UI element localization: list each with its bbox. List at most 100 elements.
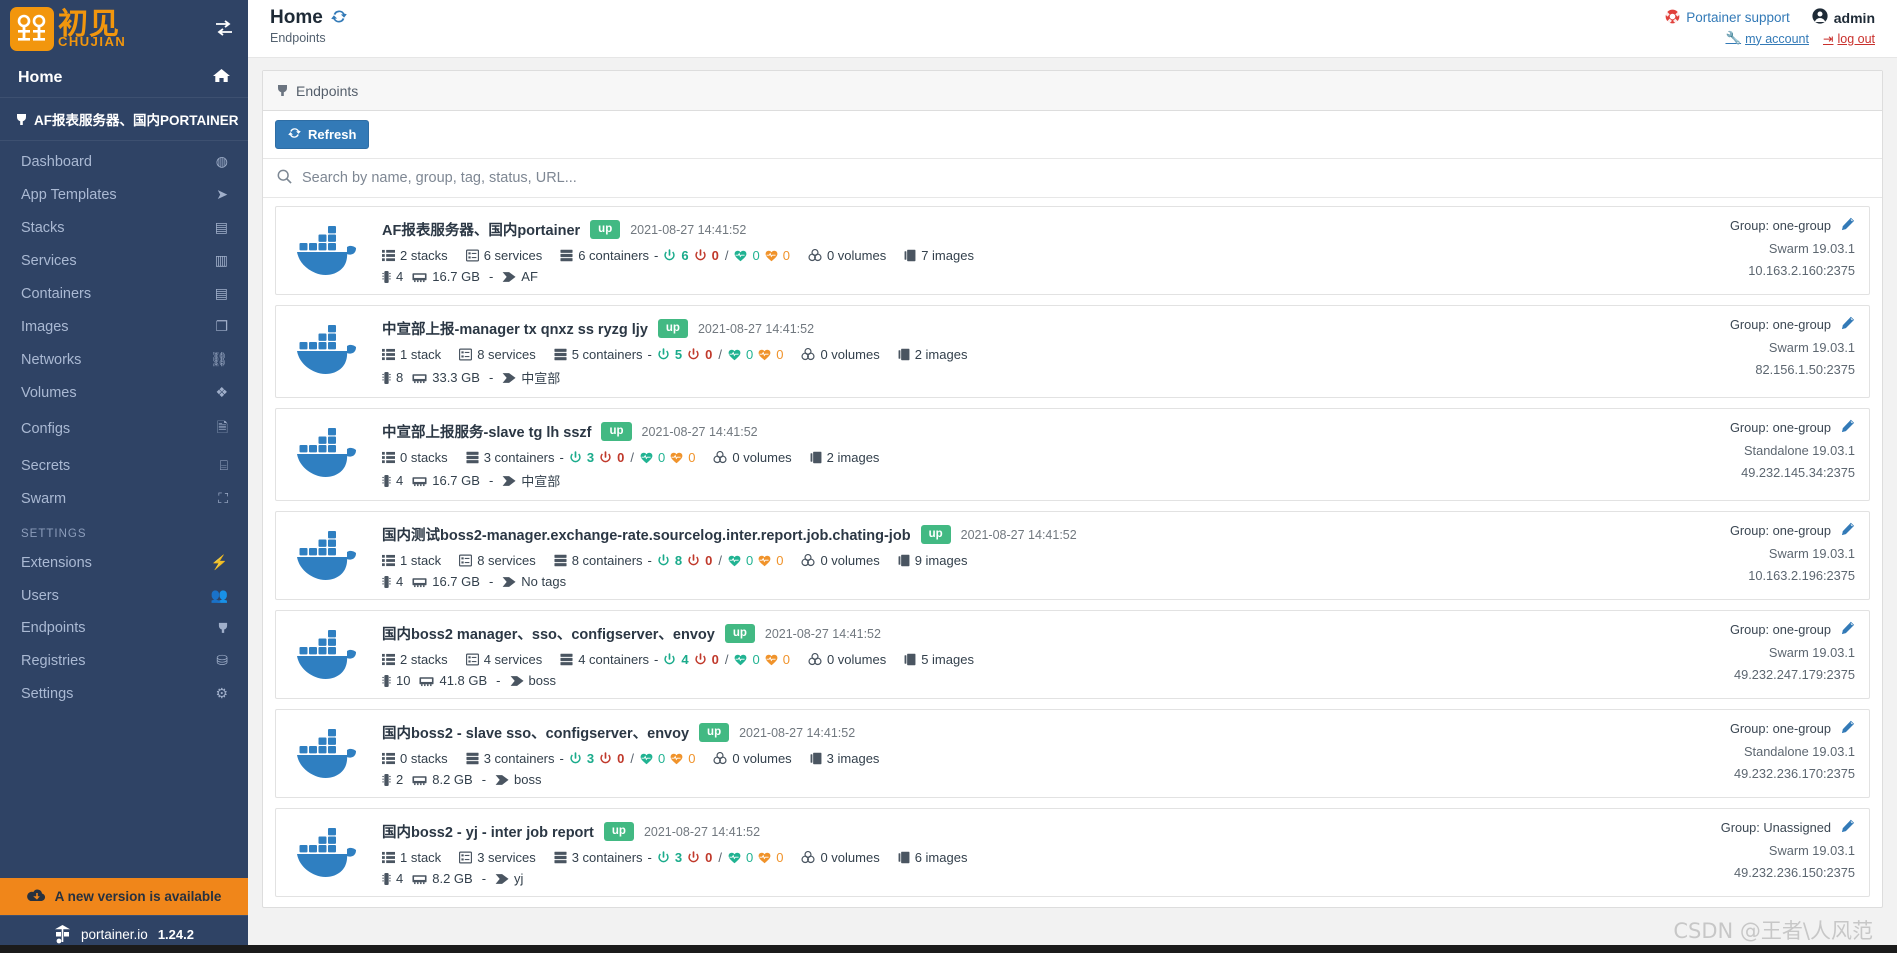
containers-unhealthy: 0 <box>782 652 790 667</box>
refresh-icon[interactable] <box>330 9 347 29</box>
endpoint-body: 国内boss2 manager、sso、configserver、envoy u… <box>378 621 1855 688</box>
tag-icon <box>502 576 516 588</box>
endpoint-body: 国内boss2 - yj - inter job report up 2021-… <box>378 819 1855 886</box>
power-stopped-icon <box>599 752 612 765</box>
endpoint-card[interactable]: 国内boss2 - yj - inter job report up 2021-… <box>275 808 1870 897</box>
sidebar-item-users[interactable]: Users 👥 <box>0 579 248 612</box>
refresh-button[interactable]: Refresh <box>275 120 370 149</box>
my-account-link[interactable]: 🔧 my account <box>1725 31 1809 46</box>
sidebar-item-swarm[interactable]: Swarm ⛶ <box>0 482 248 515</box>
edit-endpoint-icon[interactable] <box>1841 217 1855 234</box>
containers-stopped: 0 <box>617 751 625 766</box>
logout-label: log out <box>1837 31 1875 46</box>
clone-icon: ❐ <box>215 318 228 334</box>
containers-stopped: 0 <box>711 652 719 667</box>
sidebar-active-endpoint[interactable]: AF报表服务器、国内PORTAINER <box>0 98 248 141</box>
endpoint-last-check: 2021-08-27 14:41:52 <box>960 527 1077 542</box>
tachometer-icon: ◍ <box>215 153 228 169</box>
edit-endpoint-icon[interactable] <box>1841 419 1855 436</box>
list-alt-icon: ▥ <box>214 252 228 268</box>
sidebar-item-networks[interactable]: Networks ⛓ <box>0 343 248 376</box>
power-running-icon <box>663 249 676 262</box>
current-user[interactable]: admin <box>1812 8 1875 27</box>
metrics-slash: / <box>724 652 729 667</box>
endpoint-containers: 3 containers - 3 0 / 0 0 <box>466 751 695 766</box>
edit-endpoint-icon[interactable] <box>1841 621 1855 638</box>
sitemap-icon: ⛓ <box>210 351 228 367</box>
endpoint-card[interactable]: 中宣部上报-manager tx qnxz ss ryzg ljy up 202… <box>275 305 1870 398</box>
sidebar-item-registries[interactable]: Registries ⛁ <box>0 644 248 677</box>
containers-running: 6 <box>681 248 689 263</box>
th-list-icon: ▤ <box>214 219 228 235</box>
containers-healthy: 0 <box>745 850 754 865</box>
containers-running: 3 <box>674 850 683 865</box>
server-icon <box>560 249 573 262</box>
status-badge: up <box>603 822 634 841</box>
containers-stopped: 0 <box>617 450 625 465</box>
containers-healthy: 0 <box>752 652 760 667</box>
sidebar-item-endpoints[interactable]: Endpoints <box>0 612 248 644</box>
endpoint-memory-label: 16.7 GB <box>432 269 480 284</box>
sidebar-item-stacks[interactable]: Stacks ▤ <box>0 211 248 244</box>
endpoint-last-check: 2021-08-27 14:41:52 <box>643 824 761 839</box>
endpoint-metrics: 2 stacks 4 services 4 containers - 4 0 /… <box>382 652 1855 667</box>
sidebar-item-secrets[interactable]: Secrets ⌸ <box>0 449 248 482</box>
endpoint-volumes: 0 volumes <box>808 652 886 667</box>
endpoint-volumes-label: 0 volumes <box>826 652 887 667</box>
endpoint-tags: yj <box>495 871 523 886</box>
endpoint-memory: 16.7 GB <box>412 574 480 589</box>
edit-endpoint-icon[interactable] <box>1841 819 1855 836</box>
sidebar-item-services[interactable]: Services ▥ <box>0 244 248 277</box>
clone-icon <box>898 554 910 567</box>
user-circle-icon <box>1812 8 1828 27</box>
containers-healthy: 0 <box>752 248 760 263</box>
endpoint-containers: 8 containers - 8 0 / 0 0 <box>554 553 783 568</box>
edit-endpoint-icon[interactable] <box>1841 720 1855 737</box>
sidebar-item-label: Registries <box>21 652 86 669</box>
endpoint-stacks: 0 stacks <box>382 450 448 465</box>
endpoint-metrics: 1 stack 8 services 8 containers - 8 0 / … <box>382 553 1855 568</box>
portainer-support-link[interactable]: Portainer support <box>1664 9 1790 27</box>
portainer-support-label: Portainer support <box>1686 10 1790 25</box>
endpoint-card[interactable]: 国内测试boss2-manager.exchange-rate.sourcelo… <box>275 511 1870 600</box>
endpoint-volumes: 0 volumes <box>801 347 880 362</box>
search-input[interactable] <box>302 170 1868 186</box>
brand-logo[interactable]: 初见 CHUJIAN <box>10 7 126 51</box>
endpoint-containers-label: 3 containers <box>483 751 555 766</box>
docker-logo-icon <box>286 316 378 378</box>
edit-endpoint-icon[interactable] <box>1841 316 1855 333</box>
footer-version: 1.24.2 <box>157 927 194 942</box>
sidebar-item-label: Swarm <box>21 490 67 507</box>
sidebar-item-home[interactable]: Home <box>0 58 248 98</box>
sidebar-item-images[interactable]: Images ❐ <box>0 310 248 343</box>
endpoint-cpu: 4 <box>382 473 403 488</box>
sidebar-item-extensions[interactable]: Extensions ⚡ <box>0 546 248 579</box>
sidebar-item-dashboard[interactable]: Dashboard ◍ <box>0 145 248 178</box>
tag-icon <box>495 873 509 885</box>
update-available-banner[interactable]: A new version is available <box>0 878 248 915</box>
endpoint-card[interactable]: 中宣部上报服务-slave tg lh sszf up 2021-08-27 1… <box>275 408 1870 501</box>
sidebar-item-settings[interactable]: Settings ⚙ <box>0 677 248 710</box>
docker-logo-icon <box>286 621 378 683</box>
sidebar-item-configs[interactable]: Configs 🗎 <box>0 409 248 449</box>
portainer-app: 初见 CHUJIAN Home AF报表服务器、国内PORTAINER Dash… <box>0 0 1897 953</box>
tag-icon <box>495 774 509 786</box>
toggle-sidebar-icon[interactable] <box>214 19 234 39</box>
endpoint-cpu-label: 4 <box>396 574 404 589</box>
sidebar-item-app-templates[interactable]: App Templates ➤ <box>0 178 248 211</box>
endpoint-card[interactable]: AF报表服务器、国内portainer up 2021-08-27 14:41:… <box>275 206 1870 295</box>
logout-link[interactable]: ⇥ log out <box>1823 31 1875 47</box>
endpoint-memory-label: 16.7 GB <box>432 574 480 589</box>
endpoint-services-label: 6 services <box>483 248 543 263</box>
endpoint-card[interactable]: 国内boss2 manager、sso、configserver、envoy u… <box>275 610 1870 699</box>
containers-running: 4 <box>681 652 689 667</box>
sidebar-item-containers[interactable]: Containers ▤ <box>0 277 248 310</box>
power-stopped-icon <box>694 653 707 666</box>
metrics-dash: - <box>559 751 564 766</box>
edit-endpoint-icon[interactable] <box>1841 522 1855 539</box>
sidebar-item-volumes[interactable]: Volumes ❖ <box>0 376 248 409</box>
heart-healthy-icon <box>728 852 741 864</box>
sidebar-item-label: Users <box>21 587 59 604</box>
endpoint-card[interactable]: 国内boss2 - slave sso、configserver、envoy u… <box>275 709 1870 798</box>
endpoint-group-label: Group: one-group <box>1729 622 1831 637</box>
